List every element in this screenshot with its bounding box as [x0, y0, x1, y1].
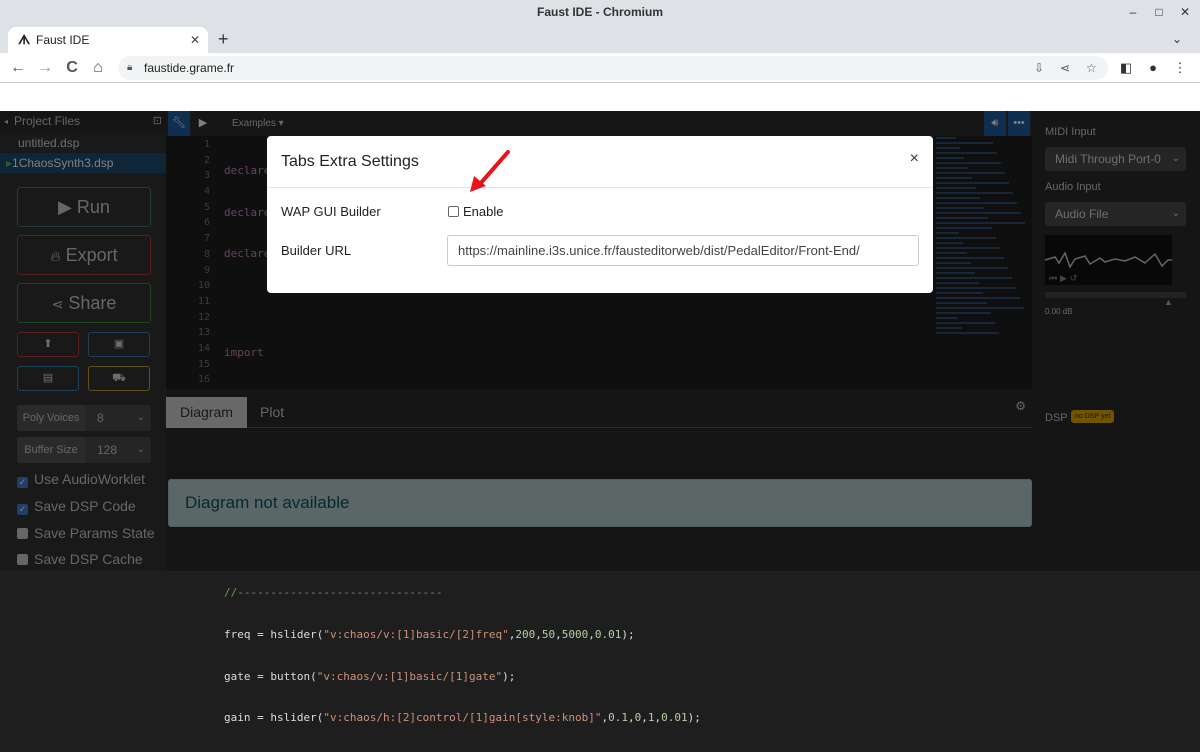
enable-label[interactable]: Enable	[463, 204, 503, 219]
modal-close-button[interactable]: ×	[910, 150, 919, 168]
faust-favicon-icon: ᗑ	[18, 32, 31, 47]
bookmark-star-icon[interactable]: ☆	[1086, 56, 1097, 80]
window-title: Faust IDE - Chromium	[0, 0, 1200, 25]
install-app-icon[interactable]: ⇩	[1034, 56, 1044, 80]
tab-strip: ᗑ Faust IDE ✕	[0, 25, 1200, 53]
page-top-blank	[0, 83, 1200, 111]
minimize-button[interactable]: –	[1120, 0, 1146, 25]
toolbar: ← → C ⌂ 🔒︎ faustide.grame.fr ⇩ ⋖ ☆	[0, 53, 1200, 83]
modal-divider	[267, 187, 933, 188]
settings-modal: Tabs Extra Settings × WAP GUI Builder En…	[267, 136, 933, 293]
maximize-button[interactable]: □	[1146, 0, 1172, 25]
reload-button[interactable]: C	[62, 53, 82, 83]
home-button[interactable]: ⌂	[88, 53, 108, 83]
share-icon[interactable]: ⋖	[1060, 56, 1070, 80]
tab-search-button[interactable]: ⌄	[1172, 25, 1182, 53]
new-tab-button[interactable]: +	[218, 25, 229, 53]
modal-title: Tabs Extra Settings	[281, 153, 419, 170]
builder-url-label: Builder URL	[281, 243, 352, 258]
lock-icon: 🔒︎	[127, 62, 133, 73]
back-button[interactable]: ←	[8, 53, 28, 83]
tab-close-icon[interactable]: ✕	[190, 27, 200, 53]
wap-gui-builder-label: WAP GUI Builder	[281, 204, 381, 219]
close-window-button[interactable]: ✕	[1172, 0, 1198, 25]
side-panel-icon[interactable]: ◧	[1116, 53, 1136, 83]
annotation-arrow-icon	[470, 150, 510, 192]
enable-checkbox[interactable]	[448, 206, 459, 217]
profile-avatar-icon[interactable]: ●	[1143, 53, 1163, 83]
browser-tab[interactable]: ᗑ Faust IDE ✕	[8, 27, 208, 53]
builder-url-input[interactable]: https://mainline.i3s.unice.fr/faustedito…	[447, 235, 919, 266]
address-bar[interactable]: 🔒︎ faustide.grame.fr ⇩ ⋖ ☆	[118, 56, 1108, 80]
forward-button[interactable]: →	[35, 53, 55, 83]
tab-title: Faust IDE	[36, 33, 90, 47]
browser-menu-icon[interactable]: ⋮	[1170, 53, 1190, 83]
url-text: faustide.grame.fr	[144, 61, 235, 75]
